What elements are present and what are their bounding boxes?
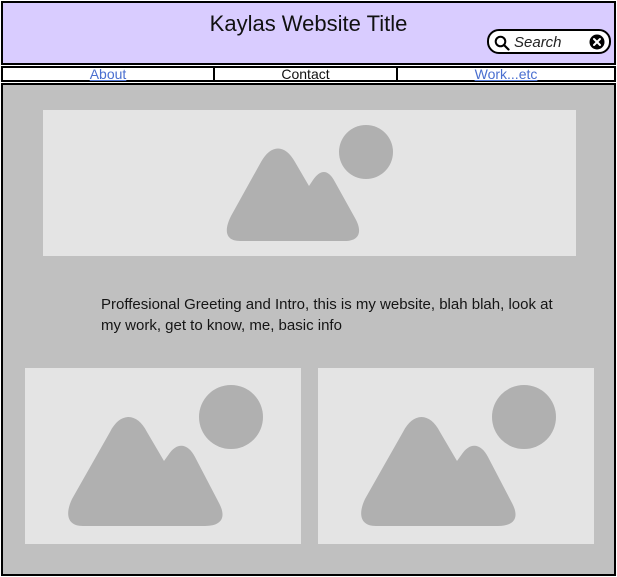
image-placeholder-icon xyxy=(361,385,556,526)
search-placeholder: Search xyxy=(514,34,562,51)
search-icon xyxy=(494,35,510,51)
search-box[interactable]: Search xyxy=(487,29,611,54)
gallery-image-placeholder-left xyxy=(25,368,301,544)
header: Kaylas Website Title Search xyxy=(1,1,616,65)
intro-text: Proffesional Greeting and Intro, this is… xyxy=(101,296,553,334)
nav-item-work[interactable]: Work...etc xyxy=(398,67,614,81)
hero-image-placeholder xyxy=(43,110,576,256)
main-content: Proffesional Greeting and Intro, this is… xyxy=(1,83,616,576)
nav-item-contact[interactable]: Contact xyxy=(215,67,398,81)
image-placeholder-icon xyxy=(226,125,393,241)
image-placeholder-icon xyxy=(68,385,263,526)
nav-bar: About Contact Work...etc xyxy=(1,66,616,82)
nav-item-about[interactable]: About xyxy=(3,67,215,81)
close-circle-icon[interactable] xyxy=(589,34,605,50)
page: Kaylas Website Title Search About Contac… xyxy=(0,0,617,577)
gallery-image-placeholder-right xyxy=(318,368,594,544)
